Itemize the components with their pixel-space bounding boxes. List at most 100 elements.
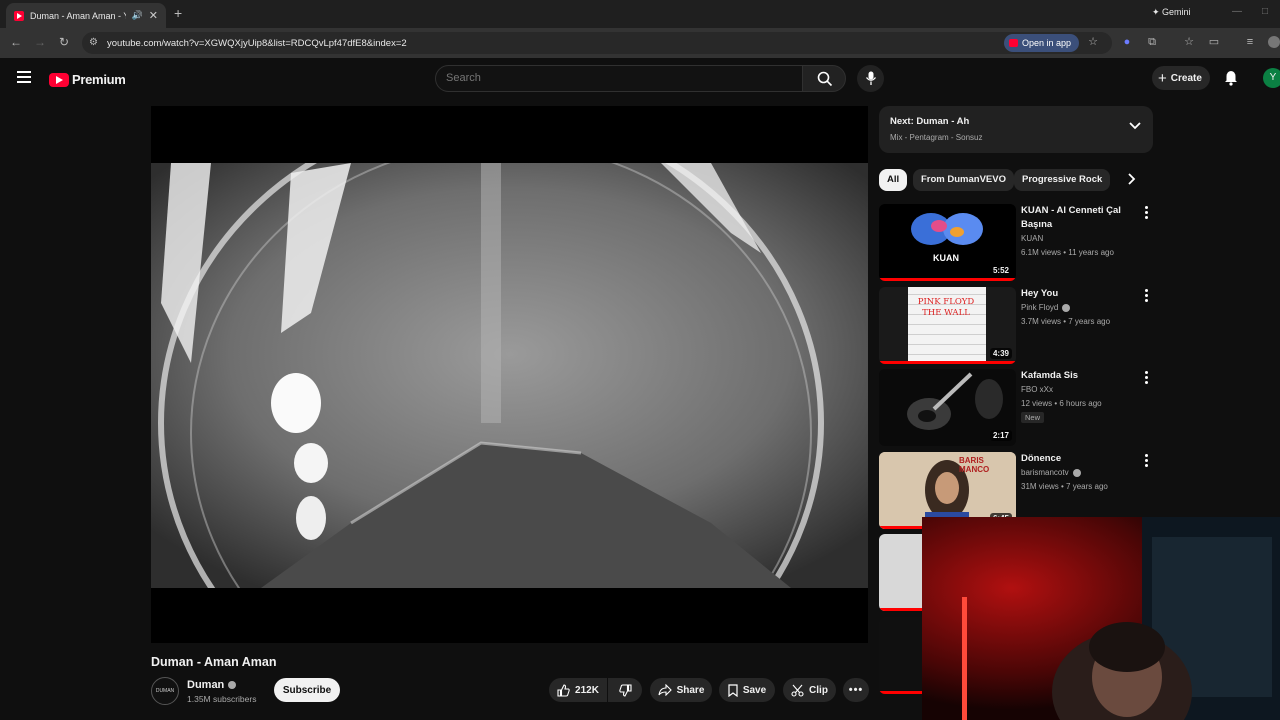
youtube-favicon-icon [14,10,24,21]
voice-search-button[interactable] [857,65,884,92]
forward-icon[interactable]: → [34,35,46,49]
account-avatar[interactable]: Y [1263,68,1280,88]
thumbnail-text: KUAN [933,253,959,263]
rec-meta: 31M views • 7 years ago [1021,482,1108,491]
like-button[interactable]: 212K [549,678,607,702]
rec-channel-text: Pink Floyd [1021,303,1059,312]
gemini-button[interactable]: ✦ Gemini [1152,7,1191,18]
scissors-icon [791,684,804,697]
bell-icon [1225,71,1237,86]
clip-button[interactable]: Clip [783,678,836,702]
up-next-subtitle: Mix - Pentagram - Sonsuz [890,133,983,142]
chip-all[interactable]: All [879,169,908,191]
new-badge: New [1021,412,1045,423]
share-label: Share [676,684,705,696]
video-thumbnail[interactable]: 2:17 [879,369,1016,446]
list-item[interactable]: PINK FLOYD THE WALL 4:39 Hey You Pink Fl… [879,287,1159,365]
logo-text: Premium [72,72,126,87]
tab-search-icon[interactable]: ▭ [1208,36,1220,48]
notifications-button[interactable] [1224,70,1238,91]
verified-icon [1062,303,1071,312]
plus-icon: + [1158,69,1167,87]
channel-avatar[interactable]: DUMAN [151,677,179,705]
video-player[interactable] [151,106,868,643]
profile-icon[interactable] [1268,36,1280,48]
watch-progress-bar [879,361,1016,364]
new-tab-button[interactable]: + [174,5,182,21]
chevron-right-icon[interactable] [1128,173,1136,185]
search-input[interactable] [446,72,786,84]
watch-progress-bar [879,278,1016,281]
browser-tab-bar [0,0,1280,28]
url-text[interactable]: youtube.com/watch?v=XGWQXjyUip8&list=RDC… [107,38,407,49]
rec-title[interactable]: Kafamda Sis [1021,369,1131,383]
reading-list-icon[interactable]: ≡ [1244,36,1256,48]
extensions-puzzle-icon[interactable]: ⧉ [1146,36,1158,48]
up-next-panel[interactable]: Next: Duman - Ah Mix - Pentagram - Sonsu… [879,106,1153,153]
subscribe-button[interactable]: Subscribe [274,678,340,702]
gemini-label: Gemini [1162,7,1191,17]
close-tab-icon[interactable]: ✕ [149,9,158,22]
rec-title[interactable]: Hey You [1021,287,1131,301]
list-item[interactable]: KUAN 5:52 KUAN - Al Cenneti Çal Başına K… [879,204,1159,282]
site-info-icon[interactable]: ⚙ [89,37,98,48]
rec-title[interactable]: Dönence [1021,452,1131,466]
youtube-logo-icon [49,72,69,87]
video-frame-image [151,163,868,588]
bookmarks-icon[interactable]: ☆ [1183,36,1195,48]
video-thumbnail[interactable]: PINK FLOYD THE WALL 4:39 [879,287,1016,364]
create-button[interactable]: + Create [1152,66,1210,90]
more-vertical-icon[interactable] [1145,206,1149,221]
search-box [435,65,803,92]
duration-badge: 5:52 [989,265,1012,276]
back-icon[interactable]: ← [10,35,22,49]
bookmark-star-icon[interactable]: ☆ [1087,36,1099,48]
rec-channel[interactable]: FBO xXx [1021,385,1053,394]
speaker-icon[interactable]: 🔊 [132,10,143,21]
thumbs-down-icon [618,683,632,697]
thumbnail-text: PINK FLOYD THE WALL [917,297,975,318]
save-label: Save [742,684,767,696]
reload-icon[interactable]: ↻ [59,35,69,49]
search-icon [817,71,833,87]
more-vertical-icon[interactable] [1145,371,1149,386]
rec-meta: 6.1M views • 11 years ago [1021,248,1114,257]
list-item[interactable]: 2:17 Kafamda Sis FBO xXx 12 views • 6 ho… [879,369,1159,447]
channel-name[interactable]: Duman [187,679,237,691]
youtube-premium-logo[interactable]: Premium [49,72,126,87]
browser-tab[interactable]: Duman - Aman Aman - You 🔊 ✕ [6,3,166,28]
more-vertical-icon[interactable] [1145,289,1149,304]
create-label: Create [1170,72,1202,84]
verified-icon [228,681,237,690]
open-in-app-button[interactable]: Open in app [1004,34,1080,52]
menu-icon[interactable] [17,71,31,86]
chip-progressive-rock[interactable]: Progressive Rock [1014,169,1111,191]
up-next-title: Next: Duman - Ah [890,116,970,127]
verified-icon [1072,468,1081,477]
extension-icon[interactable]: ● [1121,36,1133,48]
microphone-icon [865,71,877,85]
rec-meta: 12 views • 6 hours ago [1021,399,1102,408]
chip-from-dumanvevo[interactable]: From DumanVEVO [913,169,1014,191]
maximize-icon[interactable]: □ [1262,6,1268,17]
more-horizontal-icon: ••• [848,684,864,696]
rec-channel[interactable]: barismancotv [1021,468,1081,477]
video-thumbnail[interactable]: KUAN 5:52 [879,204,1016,281]
webcam-overlay [922,517,1280,720]
minimize-icon[interactable]: — [1232,6,1242,17]
share-button[interactable]: Share [650,678,712,702]
duration-badge: 2:17 [989,430,1012,441]
like-count: 212K [575,684,599,696]
rec-title[interactable]: KUAN - Al Cenneti Çal Başına [1021,204,1131,232]
more-actions-button[interactable]: ••• [843,678,869,702]
save-button[interactable]: Save [719,678,775,702]
video-frame [151,163,868,588]
more-vertical-icon[interactable] [1145,454,1149,469]
rec-channel[interactable]: KUAN [1021,234,1043,243]
share-icon [658,684,672,696]
search-button[interactable] [802,65,846,92]
duration-badge: 4:39 [989,348,1012,359]
rec-channel[interactable]: Pink Floyd [1021,303,1071,312]
chevron-down-icon[interactable] [1129,122,1141,130]
dislike-button[interactable] [608,678,642,702]
